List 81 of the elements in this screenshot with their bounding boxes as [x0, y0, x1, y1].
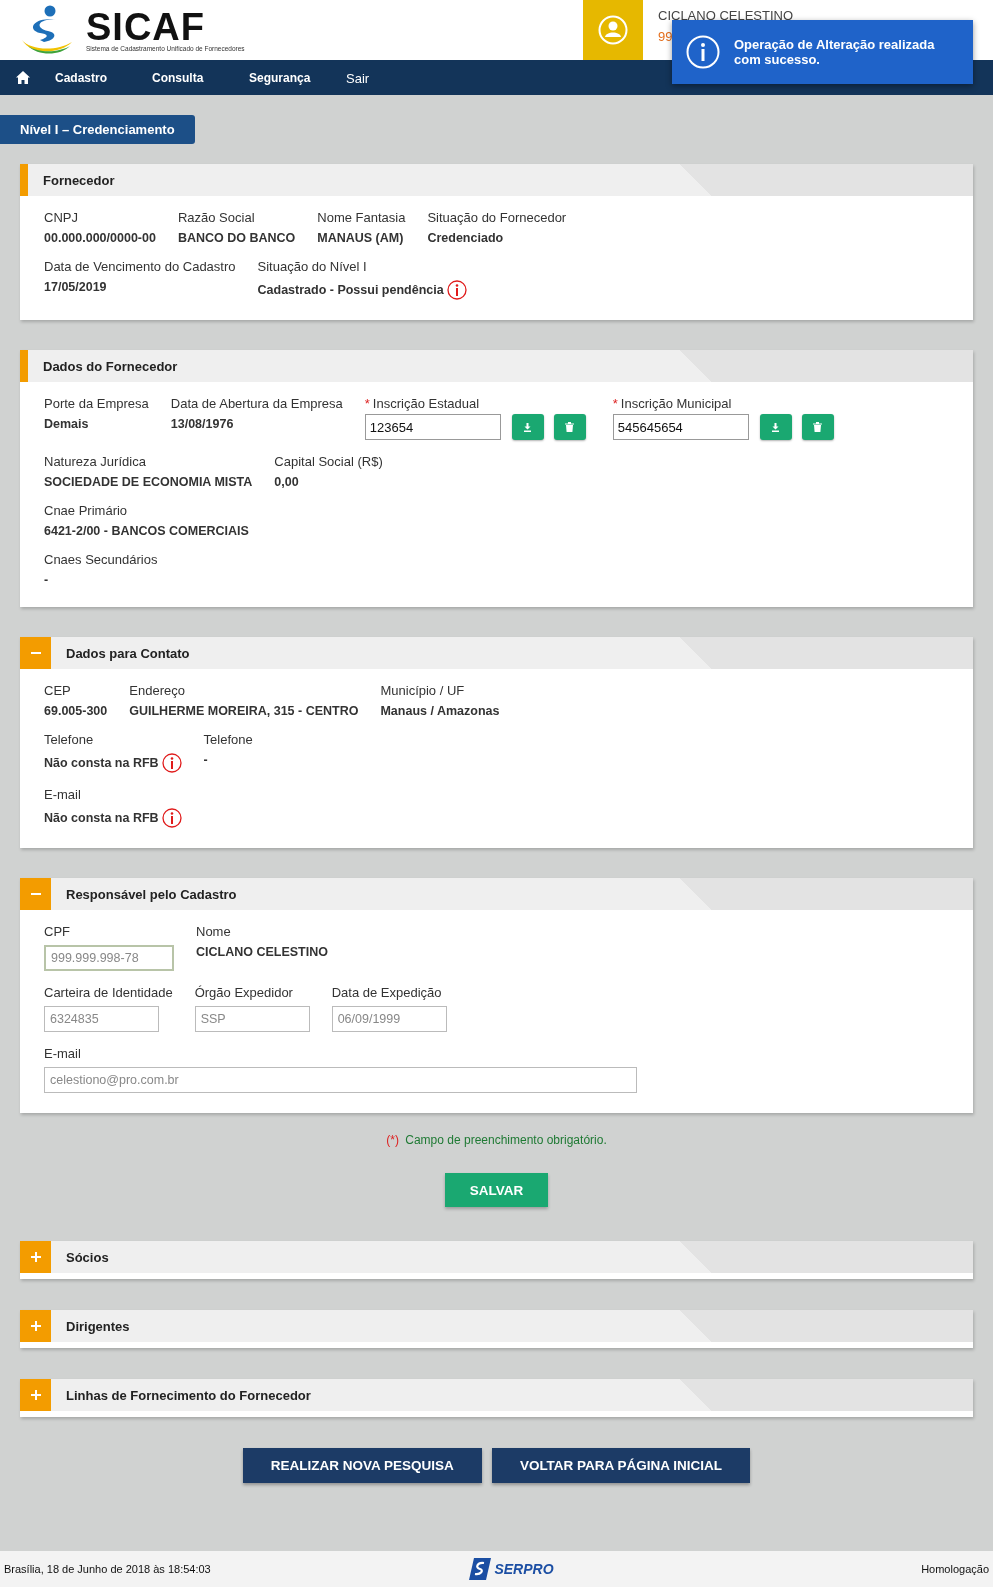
field-value: 6421-2/00 - BANCOS COMERCIAIS — [44, 524, 249, 538]
readonly-input[interactable]: 6324835 — [44, 1006, 159, 1032]
section-title: Dados do Fornecedor — [43, 358, 178, 374]
text-input[interactable]: 545645654 — [612, 414, 749, 440]
nav-menu-item[interactable]: Sair — [346, 71, 443, 86]
field-label: Situação do Nível I — [257, 259, 368, 274]
section-header[interactable]: Dirigentes — [20, 1310, 973, 1342]
field-label: Telefone — [203, 732, 253, 747]
section-title: Dirigentes — [66, 1318, 130, 1334]
action-button[interactable]: VOLTAR PARA PÁGINA INICIAL — [491, 1448, 751, 1483]
field-label: Cnae Primário — [44, 503, 129, 518]
field-label: Situação do Fornecedor — [427, 210, 567, 225]
nav-menu-item[interactable]: Cadastro — [55, 70, 152, 85]
nav-menu-item[interactable]: Consulta — [152, 70, 249, 85]
user-name: CICLANO CELESTINO — [658, 8, 794, 23]
section-header[interactable]: Dados para Contato — [20, 637, 973, 669]
field-label: Data de Vencimento do Cadastro — [44, 259, 236, 274]
field-label: E-mail — [44, 787, 82, 802]
field-label: Endereço — [129, 683, 186, 698]
field-label: Razão Social — [177, 210, 256, 225]
field-label: Cnaes Secundários — [44, 552, 158, 567]
field-label: * Inscrição Estadual — [364, 396, 481, 411]
field-label: Nome Fantasia — [317, 210, 406, 225]
readonly-input[interactable]: 06/09/1999 — [331, 1006, 447, 1032]
field-value: Não consta na RFB — [44, 756, 159, 770]
field-label: Natureza Jurídica — [44, 454, 147, 469]
field-value: 17/05/2019 — [44, 280, 107, 294]
section-title: Fornecedor — [43, 172, 115, 188]
field-value: BANCO DO BANCO — [177, 231, 296, 245]
required-note: (*) Campo de preenchimento obrigatório. — [385, 1133, 608, 1147]
field-value: Não consta na RFB — [44, 811, 159, 825]
field-value: Manaus / Amazonas — [380, 704, 500, 718]
field-label: Telefone — [44, 732, 95, 747]
footer-datetime: Brasília, 18 de Junho de 2018 às 18:54:03 — [4, 1563, 212, 1575]
field-label: Órgão Expedidor — [194, 985, 294, 1000]
section-header[interactable]: Sócios — [20, 1241, 973, 1273]
field-value: Demais — [44, 417, 89, 431]
section-title: Responsável pelo Cadastro — [66, 886, 237, 902]
required-mark: * — [364, 396, 370, 411]
field-label: Capital Social (R$) — [274, 454, 383, 469]
toast-message: Operação de Alteração realizada com sucesso. — [734, 37, 936, 67]
logo-wordmark: SICAF — [86, 8, 205, 45]
user-id: 99 — [658, 29, 674, 44]
field-value: 69.005-300 — [44, 704, 108, 718]
field-label: Data de Abertura da Empresa — [170, 396, 343, 411]
field-label: Município / UF — [380, 683, 466, 698]
serpro-wordmark: SERPRO — [494, 1561, 554, 1577]
field-value: - — [203, 753, 208, 767]
nav-menu-item[interactable]: Segurança — [249, 70, 346, 85]
field-value: CICLANO CELESTINO — [196, 945, 328, 959]
section-header[interactable]: Linhas de Fornecimento do Fornecedor — [20, 1379, 973, 1411]
field-value: MANAUS (AM) — [317, 231, 404, 245]
field-label: CEP — [44, 683, 72, 698]
field-label: CNPJ — [44, 210, 79, 225]
field-label: E-mail — [44, 1046, 82, 1061]
field-value: GUILHERME MOREIRA, 315 - CENTRO — [129, 704, 359, 718]
section-title: Dados para Contato — [66, 645, 190, 661]
field-value: 13/08/1976 — [170, 417, 234, 431]
section-title: Sócios — [66, 1249, 109, 1265]
required-mark: * — [612, 396, 618, 411]
section-header[interactable]: Responsável pelo Cadastro — [20, 878, 973, 910]
field-label: Nome — [196, 924, 232, 939]
field-label: Data de Expedição — [331, 985, 443, 1000]
readonly-input[interactable]: celestiono@pro.com.br — [44, 1067, 637, 1093]
section-title: Linhas de Fornecimento do Fornecedor — [66, 1387, 311, 1403]
field-value: 0,00 — [274, 475, 299, 489]
level-tab[interactable]: Nível I – Credenciamento — [0, 115, 195, 144]
field-value: Cadastrado - Possui pendência — [257, 283, 444, 297]
environment-label: Homologação — [920, 1563, 989, 1575]
text-input[interactable]: 123654 — [364, 414, 501, 440]
field-label: * Inscrição Municipal — [612, 396, 733, 411]
readonly-input[interactable]: 999.999.998-78 — [44, 945, 174, 971]
readonly-input[interactable]: SSP — [194, 1006, 310, 1032]
field-value: Credenciado — [427, 231, 504, 245]
field-label: CPF — [44, 924, 71, 939]
action-button[interactable]: REALIZAR NOVA PESQUISA — [242, 1448, 482, 1483]
field-label: Carteira de Identidade — [44, 985, 173, 1000]
field-label: Porte da Empresa — [44, 396, 149, 411]
field-value: SOCIEDADE DE ECONOMIA MISTA — [44, 475, 253, 489]
field-value: - — [44, 573, 49, 587]
field-value: 00.000.000/0000-00 — [44, 231, 156, 245]
